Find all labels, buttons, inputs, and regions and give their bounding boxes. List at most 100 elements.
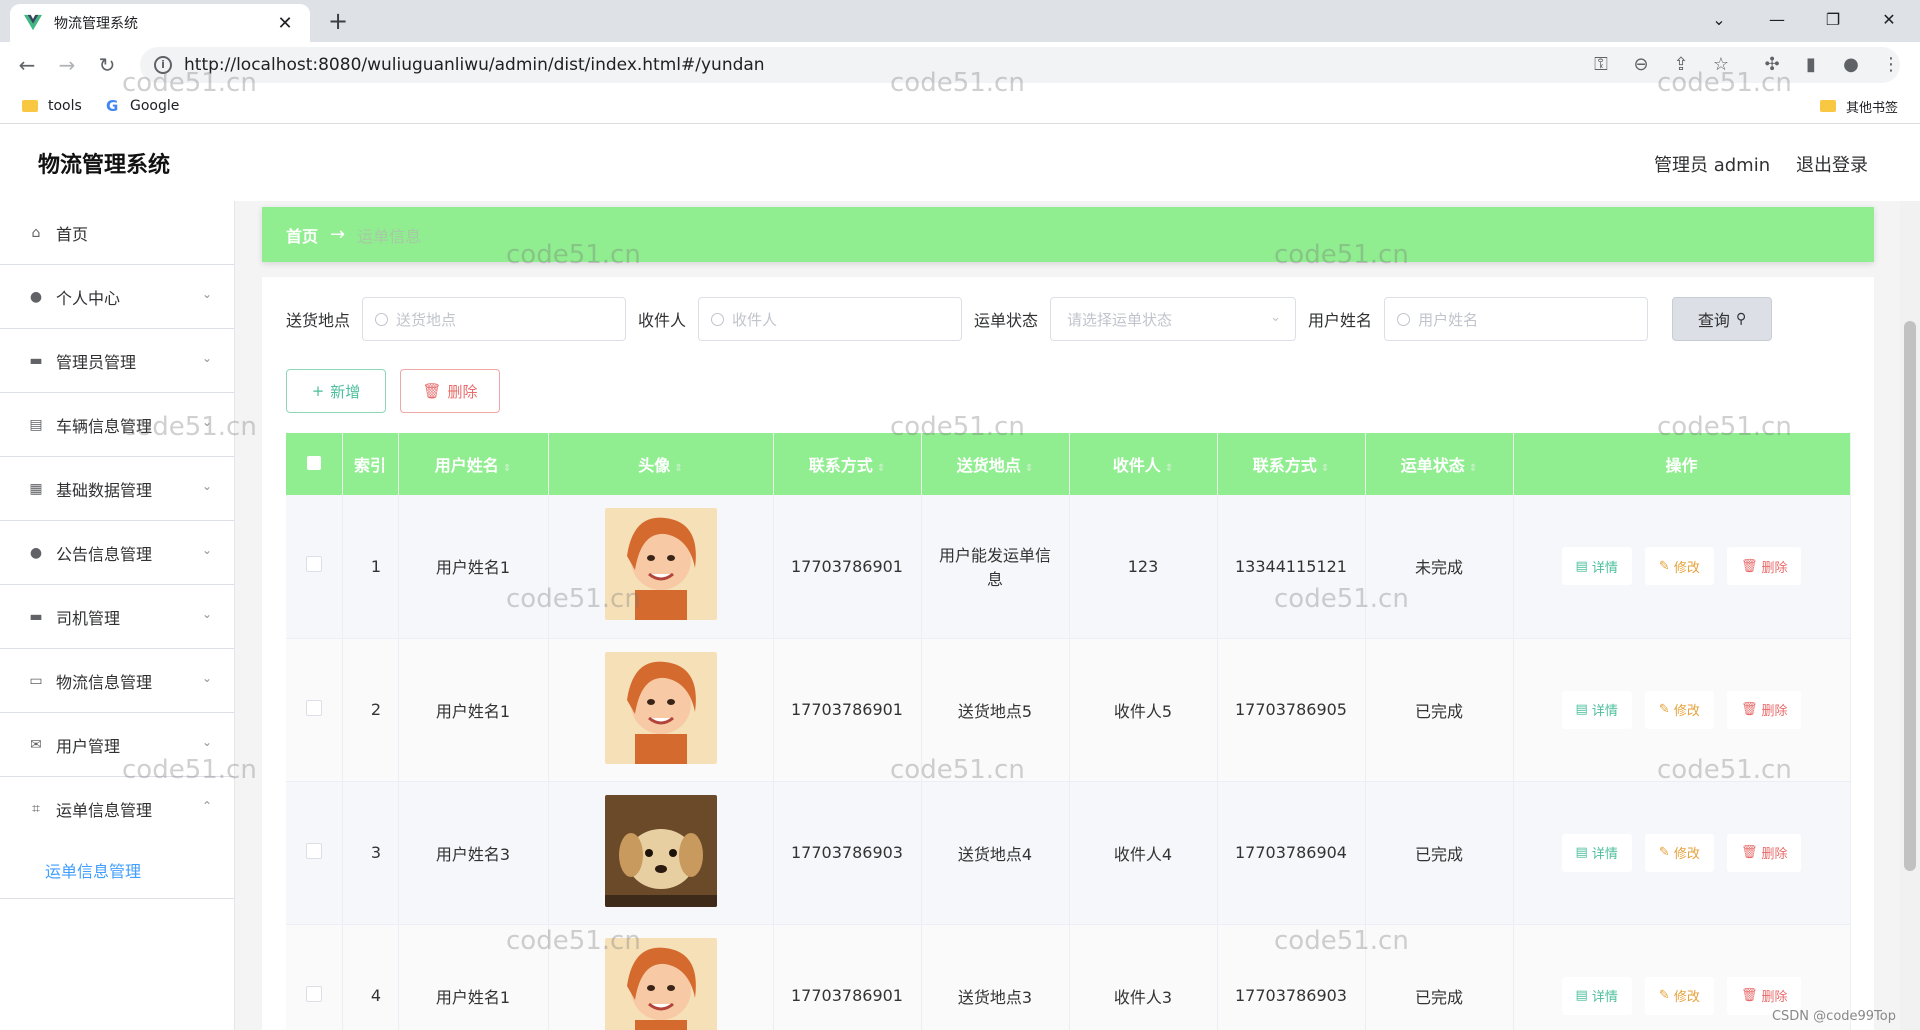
detail-button[interactable]: ▤ 详情: [1561, 690, 1632, 729]
edit-button[interactable]: ✎ 修改: [1644, 547, 1714, 586]
csdn-credit: CSDN @code99Top: [1771, 1009, 1896, 1024]
sidebar-item-basic-data[interactable]: ▦ 基础数据管理 ⌄: [0, 457, 234, 521]
key-icon[interactable]: ⚿: [1586, 50, 1616, 80]
share-icon[interactable]: ⇪: [1666, 50, 1696, 80]
minimize-button[interactable]: —: [1750, 0, 1804, 42]
query-button[interactable]: 查询 ⚲: [1672, 297, 1773, 341]
chevron-down-icon: ⌄: [1270, 310, 1282, 325]
site-info-icon[interactable]: i: [154, 56, 172, 74]
address-search-input[interactable]: 送货地点: [362, 297, 627, 341]
sort-icon[interactable]: ⇕: [503, 463, 511, 474]
edit-button[interactable]: ✎ 修改: [1644, 976, 1714, 1015]
restore-button[interactable]: ❐: [1806, 0, 1860, 42]
sort-icon[interactable]: ⇕: [674, 463, 682, 474]
recipient-search-input[interactable]: 收件人: [698, 297, 963, 341]
column-header-phone[interactable]: 联系方式 ⇕: [773, 433, 922, 495]
scrollbar-thumb[interactable]: [1904, 321, 1916, 871]
tab-close-icon[interactable]: ✕: [274, 13, 296, 34]
sort-icon[interactable]: ⇕: [1321, 463, 1329, 474]
sidebar-item-admin[interactable]: ▬ 管理员管理 ⌄: [0, 329, 234, 393]
search-icon: ⚲: [1735, 311, 1747, 327]
extensions-icon[interactable]: ✣: [1757, 50, 1787, 80]
sort-icon[interactable]: ⇕: [1025, 463, 1033, 474]
status-select[interactable]: 请选择运单状态 ⌄: [1050, 297, 1297, 341]
sort-icon[interactable]: ⇕: [1165, 463, 1173, 474]
puppy-photo: [604, 794, 717, 907]
menu-icon[interactable]: ⋮: [1876, 50, 1906, 80]
sidebar-item-logistics[interactable]: ▭ 物流信息管理 ⌄: [0, 649, 234, 713]
bookmark-google[interactable]: G Google: [106, 94, 179, 118]
edit-button[interactable]: ✎ 修改: [1644, 833, 1714, 872]
edit-button[interactable]: ✎ 修改: [1644, 690, 1714, 729]
breadcrumb-home[interactable]: 首页: [286, 223, 318, 247]
submenu-item-waybill[interactable]: 运单信息管理: [0, 841, 234, 899]
bulk-delete-button[interactable]: 🗑 删除: [400, 369, 500, 413]
sidebar-item-home[interactable]: ⌂ 首页: [0, 201, 234, 265]
row-checkbox[interactable]: [286, 924, 343, 1030]
sidebar-item-label: 车辆信息管理: [56, 416, 153, 436]
add-label: 新增: [330, 382, 361, 401]
sidepanel-icon[interactable]: ▮: [1796, 50, 1826, 80]
column-header-address[interactable]: 送货地点 ⇕: [921, 433, 1070, 495]
other-bookmarks[interactable]: 其他书签: [1820, 94, 1898, 118]
browser-tab[interactable]: 物流管理系统 ✕: [10, 4, 310, 42]
profile-icon[interactable]: ●: [1836, 50, 1866, 80]
select-all-checkbox[interactable]: [286, 433, 343, 495]
logout-button[interactable]: 退出登录: [1796, 151, 1868, 177]
sidebar-item-label: 运单信息管理: [56, 801, 153, 820]
delete-button[interactable]: 🗑 删除: [1726, 690, 1802, 729]
search-label-address: 送货地点: [286, 311, 351, 330]
new-tab-button[interactable]: +: [322, 6, 354, 38]
sidebar-item-notice[interactable]: ● 公告信息管理 ⌄: [0, 521, 234, 585]
grid-icon: ▦: [29, 480, 43, 497]
column-header-username[interactable]: 用户姓名 ⇕: [398, 433, 549, 495]
user-icon: ●: [29, 288, 43, 305]
page-scrollbar[interactable]: [1900, 201, 1920, 1030]
action-buttons: + 新增 🗑 删除: [286, 369, 500, 413]
row-checkbox[interactable]: [286, 495, 343, 639]
column-header-status[interactable]: 运单状态 ⇕: [1365, 433, 1514, 495]
girl-photo: [604, 651, 717, 764]
column-header-avatar[interactable]: 头像 ⇕: [548, 433, 774, 495]
column-header-recipient[interactable]: 收件人 ⇕: [1069, 433, 1218, 495]
zoom-icon[interactable]: ⊖: [1626, 50, 1656, 80]
document-icon: ▤: [1575, 702, 1588, 717]
detail-button[interactable]: ▤ 详情: [1561, 547, 1632, 586]
cell-recipient-phone: 13344115121: [1217, 495, 1366, 639]
cell-status: 已完成: [1365, 638, 1514, 782]
sidebar-item-personal-center[interactable]: ● 个人中心 ⌄: [0, 265, 234, 329]
cell-index: 3: [342, 781, 399, 925]
message-icon: ▬: [29, 608, 43, 625]
sidebar-item-driver[interactable]: ▬ 司机管理 ⌄: [0, 585, 234, 649]
star-icon[interactable]: ☆: [1706, 50, 1736, 80]
chat-dots-icon: ▭: [29, 672, 43, 689]
username-search-input[interactable]: 用户姓名: [1384, 297, 1649, 341]
browser-tabstrip: 物流管理系统 ✕ + ⌄ — ❐ ✕: [0, 0, 1920, 42]
back-icon[interactable]: ←: [12, 50, 42, 80]
trash-icon: 🗑: [1740, 988, 1758, 1003]
sidebar-item-waybill[interactable]: ⌗ 运单信息管理 ⌃: [0, 777, 234, 841]
search-icon: [375, 312, 389, 326]
sidebar-item-users[interactable]: ✉ 用户管理 ⌄: [0, 713, 234, 777]
detail-button[interactable]: ▤ 详情: [1561, 833, 1632, 872]
detail-button[interactable]: ▤ 详情: [1561, 976, 1632, 1015]
girl-photo: [604, 937, 717, 1030]
column-header-recipient-phone[interactable]: 联系方式 ⇕: [1217, 433, 1366, 495]
add-button[interactable]: + 新增: [286, 369, 386, 413]
tab-search-icon[interactable]: ⌄: [1692, 0, 1746, 42]
row-checkbox[interactable]: [286, 638, 343, 782]
close-window-button[interactable]: ✕: [1862, 0, 1916, 42]
placeholder-text: 收件人: [732, 310, 778, 329]
sort-icon[interactable]: ⇕: [877, 463, 885, 474]
delete-button[interactable]: 🗑 删除: [1726, 833, 1802, 872]
chevron-down-icon: ⌄: [201, 607, 212, 621]
reload-icon[interactable]: ↻: [92, 50, 122, 80]
sort-icon[interactable]: ⇕: [1469, 463, 1477, 474]
delete-button[interactable]: 🗑 删除: [1726, 547, 1802, 586]
url-text[interactable]: http://localhost:8080/wuliuguanliwu/admi…: [184, 55, 765, 75]
row-checkbox[interactable]: [286, 781, 343, 925]
plus-icon: +: [311, 382, 325, 400]
forward-icon[interactable]: →: [52, 50, 82, 80]
sidebar-item-vehicle[interactable]: ▤ 车辆信息管理 ⌄: [0, 393, 234, 457]
bookmark-tools[interactable]: tools: [22, 94, 82, 118]
